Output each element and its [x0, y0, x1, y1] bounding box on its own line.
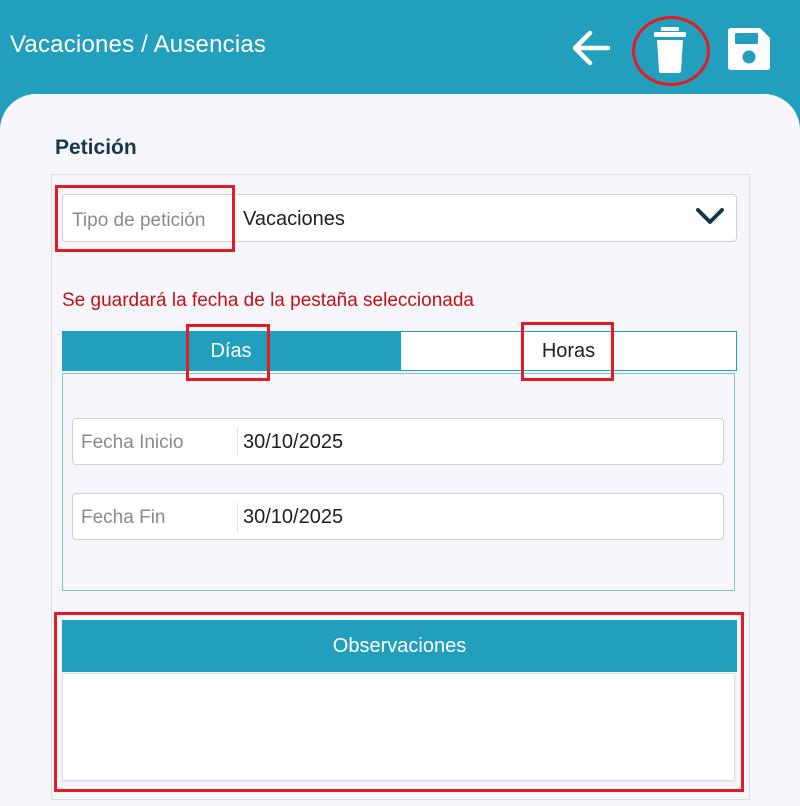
- request-type-label: Tipo de petición: [72, 210, 206, 231]
- start-date-label: Fecha Inicio: [81, 432, 184, 453]
- chevron-down-icon[interactable]: [694, 204, 726, 228]
- delete-highlight: [632, 16, 710, 86]
- observations-header: Observaciones: [62, 620, 737, 672]
- observations-textarea[interactable]: [62, 673, 735, 781]
- save-button[interactable]: [722, 22, 776, 76]
- field-divider: [232, 204, 233, 232]
- end-date-field[interactable]: [72, 493, 724, 540]
- tab-dias-label: Días: [210, 339, 252, 362]
- back-button[interactable]: [566, 24, 614, 72]
- page-title: Vacaciones / Ausencias: [10, 31, 267, 58]
- tab-horas[interactable]: Horas: [400, 331, 737, 371]
- notice-text: Se guardará la fecha de la pestaña selec…: [62, 290, 474, 311]
- end-date-label: Fecha Fin: [81, 507, 166, 528]
- section-title: Petición: [55, 136, 137, 159]
- end-date-value[interactable]: 30/10/2025: [243, 506, 343, 529]
- dates-panel: [62, 373, 735, 591]
- tab-horas-label: Horas: [541, 339, 596, 362]
- arrow-left-icon: [572, 30, 611, 66]
- floppy-disk-icon: [728, 28, 770, 70]
- field-divider: [237, 428, 238, 456]
- field-divider: [237, 503, 238, 531]
- request-type-value[interactable]: Vacaciones: [243, 208, 345, 231]
- observations-label: Observaciones: [332, 634, 467, 657]
- tab-dias[interactable]: Días: [62, 331, 400, 371]
- start-date-value[interactable]: 30/10/2025: [243, 431, 343, 454]
